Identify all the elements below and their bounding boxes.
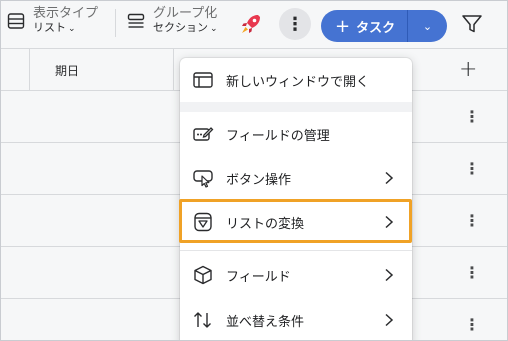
toolbar: 表示タイプ リスト ⌄ グループ化 セクション ⌄ ⋮ + タスク ⌄ bbox=[1, 1, 507, 49]
edit-field-icon bbox=[193, 127, 214, 141]
chevron-down-icon: ⌄ bbox=[210, 23, 218, 34]
toolbar-divider bbox=[115, 9, 116, 37]
menu-separator bbox=[180, 102, 412, 112]
column-header-due-date[interactable]: 期日 bbox=[55, 62, 79, 79]
sort-icon bbox=[194, 312, 211, 328]
menu-item-manage-fields[interactable]: フィールドの管理 bbox=[180, 112, 412, 156]
menu-item-button-actions[interactable]: ボタン操作 bbox=[180, 156, 412, 200]
add-task-main[interactable]: + タスク bbox=[321, 10, 407, 42]
button-click-icon bbox=[193, 170, 213, 188]
menu-item-label: 新しいウィンドウで開く bbox=[226, 74, 370, 90]
view-type-label: 表示タイプ bbox=[33, 6, 99, 21]
group-by-control[interactable]: グループ化 セクション ⌄ bbox=[127, 6, 218, 35]
app-frame: 表示タイプ リスト ⌄ グループ化 セクション ⌄ ⋮ + タスク ⌄ 期日 +… bbox=[0, 0, 508, 341]
cube-icon bbox=[194, 265, 212, 285]
menu-item-open-new-window[interactable]: 新しいウィンドウで開く bbox=[180, 58, 412, 102]
chevron-right-icon bbox=[385, 171, 394, 185]
view-type-value: リスト bbox=[33, 20, 66, 34]
menu-separator bbox=[180, 250, 412, 251]
chevron-down-icon: ⌄ bbox=[68, 23, 76, 34]
row-more-icon[interactable]: ⋮ bbox=[464, 213, 480, 229]
group-icon bbox=[127, 13, 145, 28]
chevron-right-icon bbox=[385, 313, 394, 327]
row-more-icon[interactable]: ⋮ bbox=[464, 317, 480, 333]
menu-item-label: ボタン操作 bbox=[226, 172, 292, 188]
add-task-label: タスク bbox=[356, 20, 396, 36]
menu-item-fields[interactable]: フィールド bbox=[180, 253, 412, 297]
vertical-ellipsis-icon: ⋮ bbox=[286, 13, 304, 35]
menu-item-label: フィールドの管理 bbox=[226, 128, 330, 144]
menu-item-sort-by[interactable]: 並べ替え条件 bbox=[180, 298, 412, 340]
filter-icon[interactable] bbox=[461, 14, 483, 34]
plus-icon: + bbox=[335, 15, 351, 37]
list-view-icon bbox=[7, 13, 25, 29]
highlight-outline bbox=[179, 199, 412, 243]
row-more-icon[interactable]: ⋮ bbox=[464, 265, 480, 281]
add-column-button[interactable]: + bbox=[459, 57, 477, 82]
rocket-icon[interactable] bbox=[239, 12, 263, 36]
view-type-control[interactable]: 表示タイプ リスト ⌄ bbox=[7, 6, 99, 35]
row-more-icon[interactable]: ⋮ bbox=[464, 161, 480, 177]
chevron-right-icon bbox=[385, 268, 394, 282]
window-icon bbox=[193, 72, 213, 88]
more-actions-button[interactable]: ⋮ bbox=[279, 8, 311, 40]
add-task-button[interactable]: + タスク ⌄ bbox=[321, 10, 447, 42]
group-by-value: セクション bbox=[153, 20, 208, 34]
group-by-label: グループ化 bbox=[153, 6, 218, 21]
column-divider bbox=[173, 49, 174, 91]
menu-item-label: 並べ替え条件 bbox=[226, 314, 305, 330]
column-divider bbox=[29, 49, 30, 91]
menu-item-label: フィールド bbox=[226, 269, 291, 285]
task-options-dropdown[interactable]: ⌄ bbox=[408, 20, 447, 33]
chevron-down-icon: ⌄ bbox=[422, 19, 433, 33]
row-more-icon[interactable]: ⋮ bbox=[464, 109, 480, 125]
